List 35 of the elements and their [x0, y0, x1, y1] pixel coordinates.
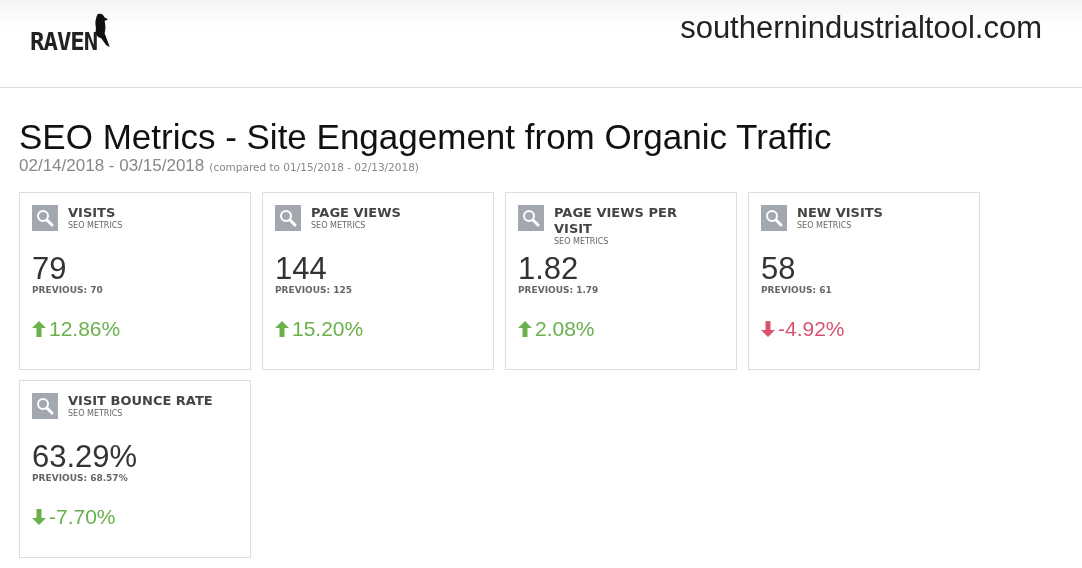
search-icon: [275, 205, 301, 231]
previous-value: PREVIOUS: 68.57%: [32, 473, 129, 483]
metric-value: 63.29%: [32, 441, 139, 473]
metric-title: NEW VISITS: [797, 205, 884, 221]
previous-value: PREVIOUS: 61: [761, 285, 833, 295]
change-percent: 15.20%: [292, 317, 364, 341]
metric-source: SEO METRICS: [68, 409, 124, 418]
report-title: SEO Metrics - Site Engagement from Organic Traffic: [19, 118, 833, 156]
comparison-range: (compared to 01/15/2018 - 02/13/2018): [209, 161, 419, 173]
metric-source: SEO METRICS: [554, 237, 610, 246]
search-icon: [518, 205, 544, 231]
change-percent: 12.86%: [49, 317, 121, 341]
metric-source: SEO METRICS: [311, 221, 367, 230]
metric-value: 1.82: [518, 253, 580, 285]
metric-title: PAGE VIEWS: [311, 205, 402, 221]
metric-title: VISIT BOUNCE RATE: [68, 393, 214, 409]
previous-value: PREVIOUS: 70: [32, 285, 104, 295]
logo-text: RAVEN: [30, 28, 98, 56]
metric-value: 144: [275, 253, 328, 285]
search-icon: [32, 205, 58, 231]
search-icon: [761, 205, 787, 231]
change-percent: -4.92%: [778, 317, 845, 341]
change-percent: 2.08%: [535, 317, 595, 341]
metric-title: VISITS: [68, 205, 117, 221]
previous-value: PREVIOUS: 1.79: [518, 285, 600, 295]
metric-source: SEO METRICS: [797, 221, 853, 230]
metric-source: SEO METRICS: [68, 221, 124, 230]
metric-value: 58: [761, 253, 797, 285]
metric-title: PAGE VIEWS PER VISIT: [554, 205, 678, 237]
search-icon: [32, 393, 58, 419]
domain-text: southernindustrialtool.com: [680, 10, 1042, 46]
change-percent: -7.70%: [49, 505, 116, 529]
metric-value: 79: [32, 253, 68, 285]
previous-value: PREVIOUS: 125: [275, 285, 353, 295]
date-range: 02/14/2018 - 03/15/2018: [19, 156, 205, 176]
